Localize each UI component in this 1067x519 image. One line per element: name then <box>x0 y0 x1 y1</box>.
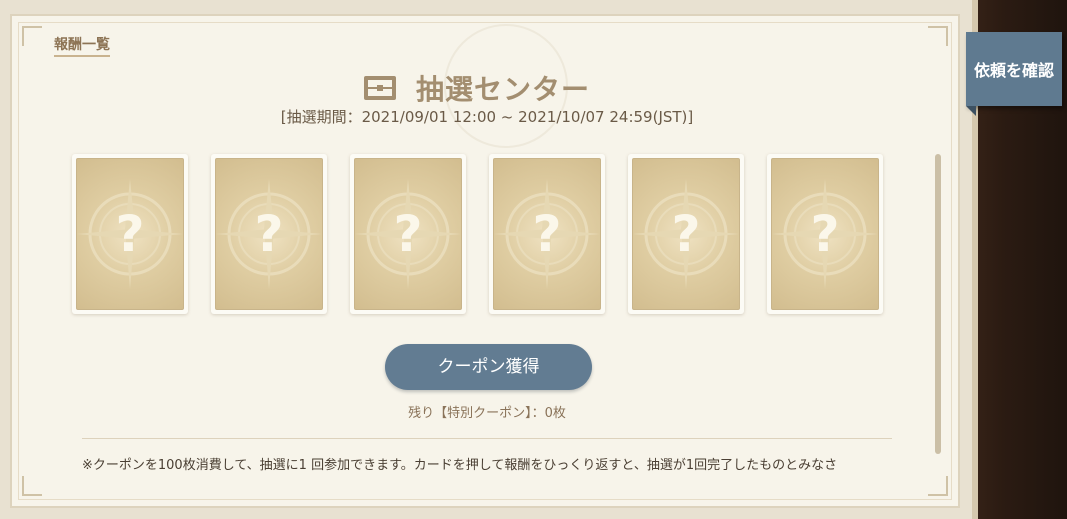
card-label: ? <box>115 205 144 263</box>
mystery-card-icon: ? <box>216 179 322 289</box>
check-request-label: 依頼を確認 <box>973 61 1054 80</box>
card-face: ? <box>771 158 879 310</box>
card-face: ? <box>76 158 184 310</box>
mystery-card-4[interactable]: ? <box>489 154 605 314</box>
lottery-note: ※クーポンを100枚消費して、抽選に1 回参加できます。カードを押して報酬をひっ… <box>82 458 838 473</box>
get-coupon-button[interactable]: クーポン獲得 <box>385 344 592 390</box>
mystery-card-icon: ? <box>772 179 878 289</box>
page-title-group: 抽選センター <box>362 68 590 108</box>
lottery-panel: 報酬一覧 抽選センター [抽選期間：2021/09/01 12:00 ~ 202… <box>0 0 978 519</box>
page-title: 抽選センター <box>416 73 591 106</box>
card-label: ? <box>254 205 283 263</box>
corner-ornament <box>22 476 42 496</box>
card-label: ? <box>810 205 839 263</box>
rewards-list-link[interactable]: 報酬一覧 <box>54 34 110 57</box>
corner-ornament <box>928 26 948 46</box>
mystery-card-icon: ? <box>494 179 600 289</box>
mystery-card-3[interactable]: ? <box>350 154 466 314</box>
mystery-card-icon: ? <box>355 179 461 289</box>
mystery-card-icon: ? <box>77 179 183 289</box>
card-face: ? <box>493 158 601 310</box>
divider <box>82 438 892 439</box>
mystery-card-1[interactable]: ? <box>72 154 188 314</box>
lottery-period: [抽選期間：2021/09/01 12:00 ~ 2021/10/07 24:5… <box>280 108 694 126</box>
mystery-card-5[interactable]: ? <box>628 154 744 314</box>
card-face: ? <box>632 158 740 310</box>
remaining-coupons: 残り【特別クーポン】：0枚 <box>408 406 566 421</box>
mystery-card-icon: ? <box>633 179 739 289</box>
check-request-button[interactable]: 依頼を確認 <box>966 32 1062 116</box>
card-face: ? <box>215 158 323 310</box>
mystery-card-2[interactable]: ? <box>211 154 327 314</box>
treasure-chest-icon <box>364 76 396 100</box>
card-face: ? <box>354 158 462 310</box>
panel-content: 報酬一覧 抽選センター [抽選期間：2021/09/01 12:00 ~ 202… <box>10 14 960 508</box>
mystery-card-6[interactable]: ? <box>767 154 883 314</box>
card-label: ? <box>532 205 561 263</box>
card-label: ? <box>671 205 700 263</box>
corner-ornament <box>928 476 948 496</box>
card-label: ? <box>393 205 422 263</box>
corner-ornament <box>22 26 42 46</box>
